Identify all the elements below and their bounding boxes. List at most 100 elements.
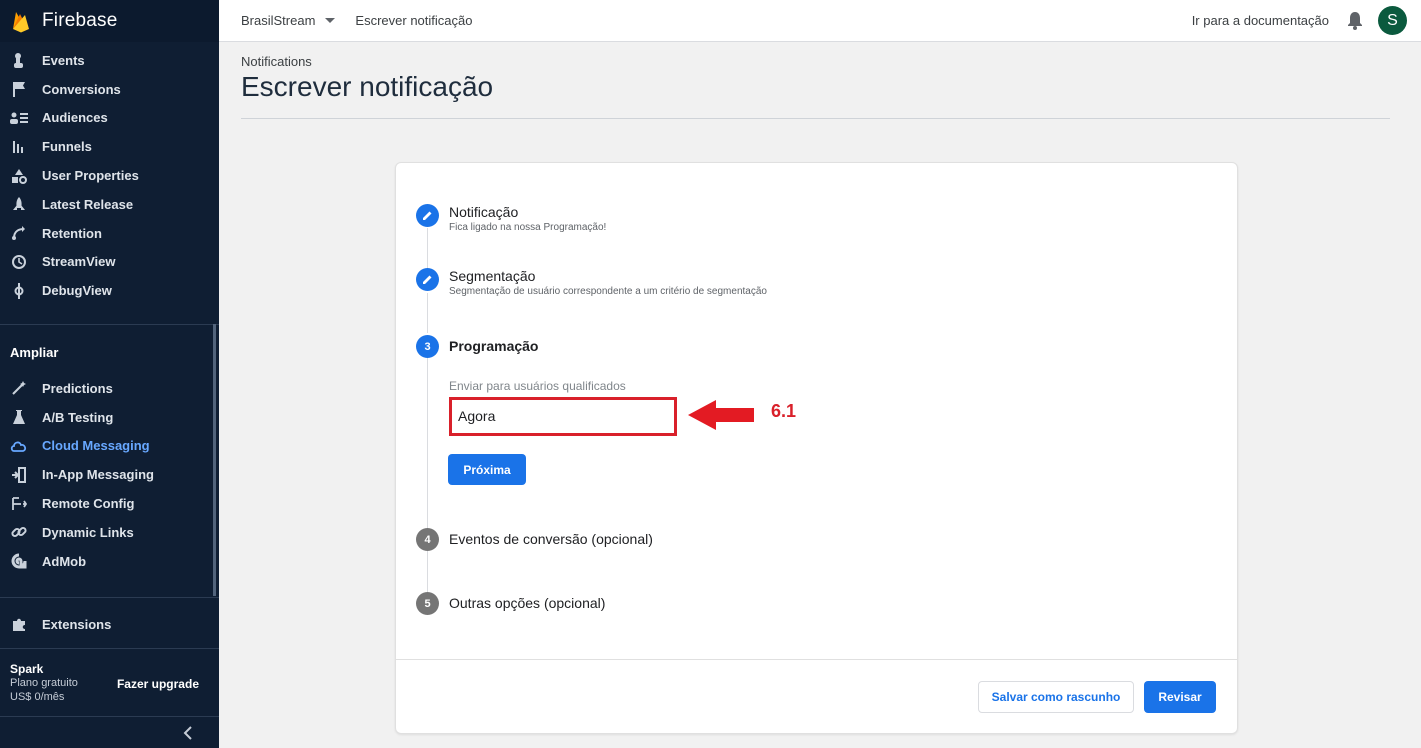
sidebar-item-funnels[interactable]: Funnels (0, 132, 219, 161)
sidebar-item-latest-release[interactable]: Latest Release (0, 190, 219, 219)
step-text: Programação (449, 335, 538, 358)
step-done-indicator (416, 268, 439, 291)
in-app-icon (10, 466, 28, 484)
debug-icon (10, 282, 28, 300)
firebase-logo-icon (13, 12, 29, 33)
step-number: 3 (416, 335, 439, 358)
sidebar-item-streamview[interactable]: StreamView (0, 248, 219, 277)
upgrade-button[interactable]: Fazer upgrade (117, 677, 199, 691)
breadcrumb[interactable]: Notifications (241, 54, 312, 69)
sidebar-item-cloud-messaging[interactable]: Cloud Messaging (0, 432, 219, 461)
plan-price: US$ 0/mês (10, 691, 65, 703)
sidebar-item-retention[interactable]: Retention (0, 219, 219, 248)
step-text: Outras opções (opcional) (449, 592, 605, 615)
next-button[interactable]: Próxima (448, 454, 526, 485)
step-connector (427, 358, 428, 528)
sidebar-item-label: User Properties (42, 168, 139, 184)
cloud-messaging-icon (10, 437, 28, 455)
admob-icon (10, 552, 28, 570)
sidebar-item-dynamic-links[interactable]: Dynamic Links (0, 518, 219, 547)
sidebar-item-extensions[interactable]: Extensions (0, 610, 219, 639)
audiences-icon (10, 109, 28, 127)
send-time-select[interactable]: Agora (449, 397, 677, 436)
step-text: Notificação Fica ligado na nossa Program… (449, 204, 606, 233)
step-connector (427, 228, 428, 268)
sidebar-item-label: StreamView (42, 254, 116, 270)
section-title-grow: Ampliar (10, 345, 59, 360)
plan-info: Spark Plano gratuito US$ 0/mês Fazer upg… (0, 648, 219, 716)
step-done-indicator (416, 204, 439, 227)
sidebar-item-label: Audiences (42, 110, 108, 126)
send-field-label: Enviar para usuários qualificados (449, 379, 626, 393)
step-subtitle: Segmentação de usuário correspondente a … (449, 286, 767, 297)
sidebar-item-ab-testing[interactable]: A/B Testing (0, 403, 219, 432)
divider (0, 597, 219, 598)
sidebar-item-events[interactable]: Events (0, 46, 219, 75)
plan-name: Spark (10, 662, 44, 676)
step-other-options[interactable]: 5 Outras opções (opcional) (416, 592, 605, 615)
sidebar-item-user-properties[interactable]: User Properties (0, 161, 219, 190)
step-number: 5 (416, 592, 439, 615)
sidebar-scrollbar[interactable] (213, 324, 216, 596)
step-title: Programação (449, 338, 539, 354)
sidebar-item-label: Events (42, 52, 85, 68)
topbar-page-name: Escrever notificação (355, 13, 473, 28)
sidebar-item-conversions[interactable]: Conversions (0, 75, 219, 104)
caret-down-icon (325, 18, 336, 23)
page-title: Escrever notificação (241, 71, 494, 102)
sidebar-item-admob[interactable]: AdMob (0, 547, 219, 576)
sidebar-item-label: In-App Messaging (42, 467, 154, 483)
avatar[interactable]: S (1378, 6, 1407, 35)
touch-icon (10, 51, 28, 69)
predictions-icon (10, 379, 28, 397)
step-text: Segmentação Segmentação de usuário corre… (449, 268, 767, 297)
sidebar-item-label: Extensions (42, 616, 112, 632)
sidebar-item-in-app-messaging[interactable]: In-App Messaging (0, 460, 219, 489)
sidebar-item-label: AdMob (42, 553, 87, 569)
topbar: BrasilStream Escrever notificação Ir par… (219, 0, 1421, 42)
sidebar-item-label: Latest Release (42, 196, 134, 212)
project-name: BrasilStream (241, 13, 316, 28)
step-title: Notificação (449, 204, 519, 220)
sidebar-item-debugview[interactable]: DebugView (0, 276, 219, 305)
flask-icon (10, 408, 28, 426)
compose-card: Notificação Fica ligado na nossa Program… (395, 162, 1238, 734)
bell-icon[interactable] (1347, 11, 1363, 30)
extensions-section: Extensions (0, 597, 219, 639)
funnel-icon (10, 138, 28, 156)
step-notification[interactable]: Notificação Fica ligado na nossa Program… (416, 204, 606, 233)
sidebar-item-label: DebugView (42, 283, 112, 299)
remote-config-icon (10, 495, 28, 513)
step-subtitle: Fica ligado na nossa Programação! (449, 222, 607, 233)
docs-link[interactable]: Ir para a documentação (1192, 13, 1329, 28)
step-conversion-events[interactable]: 4 Eventos de conversão (opcional) (416, 528, 653, 551)
sidebar-item-label: Cloud Messaging (42, 438, 150, 454)
brand-name: Firebase (42, 10, 118, 31)
puzzle-icon (10, 615, 28, 633)
divider (241, 118, 1390, 119)
sidebar-item-audiences[interactable]: Audiences (0, 104, 219, 133)
rocket-icon (10, 195, 28, 213)
step-title: Outras opções (opcional) (449, 595, 606, 611)
sidebar-item-remote-config[interactable]: Remote Config (0, 489, 219, 518)
divider (0, 648, 219, 649)
link-icon (10, 523, 28, 541)
step-targeting[interactable]: Segmentação Segmentação de usuário corre… (416, 268, 767, 297)
sidebar-item-predictions[interactable]: Predictions (0, 374, 219, 403)
pencil-icon (423, 211, 432, 220)
retention-icon (10, 224, 28, 242)
analytics-nav: Events Conversions Audiences Funnels Use… (0, 42, 219, 305)
flag-icon (10, 80, 28, 98)
step-title: Eventos de conversão (opcional) (449, 531, 653, 547)
step-scheduling[interactable]: 3 Programação (416, 335, 538, 358)
sidebar-item-label: A/B Testing (42, 409, 114, 425)
save-draft-button[interactable]: Salvar como rascunho (978, 681, 1134, 713)
project-selector[interactable]: BrasilStream (241, 13, 336, 28)
review-button[interactable]: Revisar (1144, 681, 1216, 713)
brand[interactable]: Firebase (0, 0, 219, 42)
sidebar-item-label: Retention (42, 225, 102, 241)
collapse-sidebar-button[interactable] (0, 716, 219, 748)
chevron-left-icon (183, 725, 192, 740)
sidebar-item-label: Dynamic Links (42, 524, 134, 540)
sidebar-item-label: Remote Config (42, 496, 135, 512)
